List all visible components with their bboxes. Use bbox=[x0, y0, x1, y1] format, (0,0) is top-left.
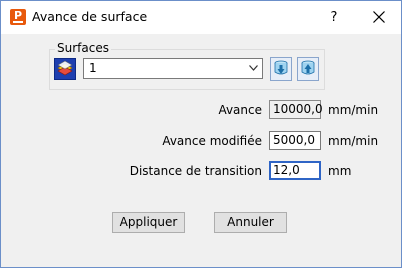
avance-modifiee-unit: mm/min bbox=[328, 134, 379, 148]
avance-modifiee-input[interactable]: 5000,0 bbox=[269, 131, 321, 150]
close-icon bbox=[373, 11, 385, 23]
dialog-window: P Avance de surface ? Surfaces 1 Avance … bbox=[0, 0, 402, 268]
surface-up-button[interactable] bbox=[297, 57, 319, 81]
avance-modifiee-label: Avance modifiée bbox=[162, 134, 262, 148]
apply-button[interactable]: Appliquer bbox=[112, 212, 185, 233]
cancel-button[interactable]: Annuler bbox=[214, 212, 287, 233]
close-button[interactable] bbox=[361, 1, 397, 34]
surfaces-group-label: Surfaces bbox=[55, 41, 111, 55]
help-button[interactable]: ? bbox=[319, 1, 349, 34]
avance-field: 10000,0 bbox=[269, 100, 323, 119]
surfaces-dropdown[interactable]: 1 bbox=[83, 58, 263, 79]
arrow-up-icon bbox=[301, 60, 315, 75]
surfaces-dropdown-value: 1 bbox=[89, 61, 97, 75]
avance-label: Avance bbox=[218, 103, 262, 117]
surface-down-button[interactable] bbox=[270, 57, 292, 81]
distance-transition-input[interactable]: 12,0 bbox=[269, 161, 321, 180]
arrow-down-icon bbox=[274, 60, 288, 75]
app-logo-icon: P bbox=[10, 9, 26, 25]
window-title: Avance de surface bbox=[32, 9, 148, 24]
distance-transition-unit: mm bbox=[328, 164, 352, 178]
distance-transition-label: Distance de transition bbox=[129, 164, 262, 178]
title-bar[interactable]: P Avance de surface ? bbox=[1, 1, 401, 34]
avance-unit: mm/min bbox=[328, 103, 379, 117]
chevron-down-icon bbox=[249, 65, 258, 71]
surface-select-icon[interactable] bbox=[54, 58, 76, 80]
